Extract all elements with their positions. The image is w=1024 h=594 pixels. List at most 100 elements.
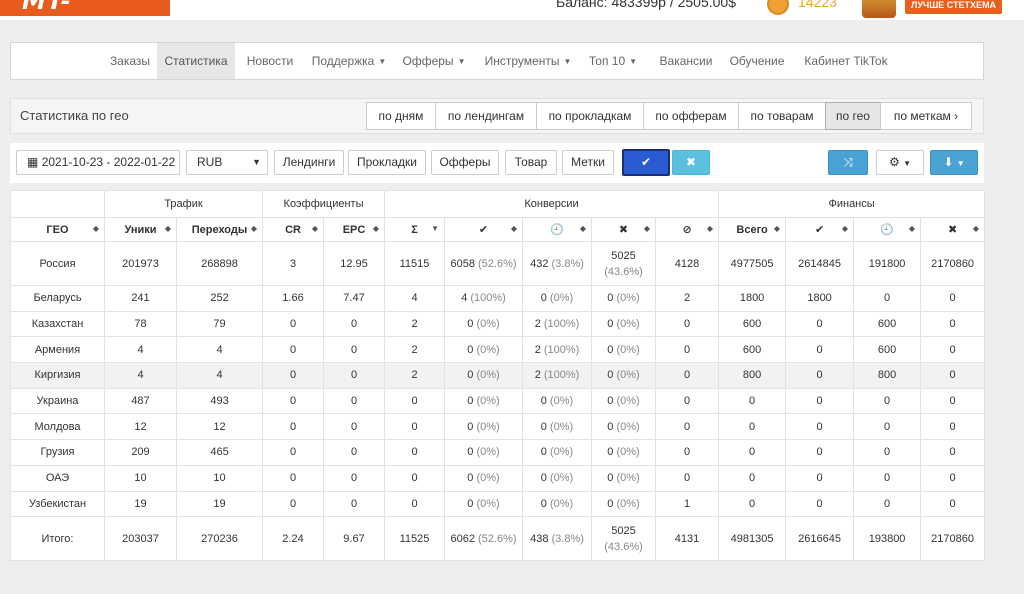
table-row: Украина 487 493 0 0 0 0 (0%) 0 (0%) 0 (0%) 0 0 0 0 0 — [10, 387, 986, 415]
nav-top10[interactable]: Топ 10 ▼ — [585, 43, 641, 79]
nav-tiktok-cabinet[interactable]: Кабинет TikTok — [799, 43, 893, 79]
col-cr[interactable]: CR ◆ — [262, 217, 325, 242]
cell-sum: 2 — [384, 362, 446, 389]
col-fin-approved[interactable]: ✔ ◆ — [785, 217, 855, 242]
cell-trash: 4131 — [655, 516, 720, 562]
col-conv-hold[interactable]: 🕘 ◆ — [522, 217, 593, 242]
cell-f_hold: 800 — [853, 362, 922, 389]
col-conv-approved[interactable]: ✔ ◆ — [444, 217, 524, 242]
cell-cr: 0 — [262, 413, 325, 441]
cell-total: 1800 — [718, 285, 787, 312]
col-conv-total[interactable]: Σ ▼ — [384, 217, 446, 242]
cell-f_rej: 0 — [920, 285, 986, 312]
col-fin-hold[interactable]: 🕘 ◆ — [853, 217, 922, 242]
apply-filter-button[interactable]: ✔ — [622, 149, 670, 176]
cell-epc: 9.67 — [323, 516, 386, 562]
col-conv-trash[interactable]: ⊘ ◆ — [655, 217, 720, 242]
cell-f_ok: 0 — [785, 490, 855, 518]
cell-sum: 11515 — [384, 241, 446, 286]
cell-hold: 2 (100%) — [522, 362, 593, 389]
cell-total: 600 — [718, 336, 787, 364]
table-row: Армения 4 4 0 0 2 0 (0%) 2 (100%) 0 (0%) 0 600 0 600… — [10, 336, 986, 364]
cell-rej: 0 (0%) — [591, 387, 657, 415]
sort-icon: ◆ — [164, 224, 171, 233]
cell-geo: Узбекистан — [10, 490, 105, 518]
table-row: Россия 201973 268898 3 12.95 11515 6058 (52.6%… — [10, 241, 986, 286]
nav-vacancies[interactable]: Вакансии — [653, 43, 719, 79]
sort-icon: ◆ — [706, 224, 714, 233]
tab-by-prelandings[interactable]: по прокладкам — [536, 102, 644, 130]
currency-select[interactable]: RUB ▼ — [186, 150, 268, 175]
tab-by-geo[interactable]: по гео — [825, 102, 881, 130]
col-geo[interactable]: ГЕО ◆ — [10, 217, 105, 242]
cell-f_rej: 2170860 — [920, 241, 986, 286]
cell-rej: 0 (0%) — [591, 336, 657, 364]
cell-uniq: 12 — [104, 413, 177, 441]
cell-total: 0 — [718, 490, 787, 518]
cell-uniq: 10 — [104, 464, 177, 492]
reset-filter-button[interactable]: ✖ — [672, 150, 710, 175]
cell-trash: 0 — [655, 336, 720, 364]
cell-f_hold: 193800 — [853, 516, 922, 562]
coin-icon — [767, 0, 789, 15]
cell-ok: 4 (100%) — [444, 285, 524, 312]
cell-ok: 6062 (52.6%) — [444, 516, 524, 562]
nav-offers[interactable]: Офферы ▼ — [397, 43, 471, 79]
cell-total: 0 — [718, 413, 787, 441]
product-filter-button[interactable]: Товар — [505, 150, 557, 175]
chevron-down-icon: ▼ — [956, 159, 965, 168]
tab-by-offers[interactable]: по офферам — [643, 102, 739, 130]
cell-cr: 0 — [262, 464, 325, 492]
col-fin-rejected[interactable]: ✖ ◆ — [920, 217, 986, 242]
site-logo[interactable]: MT-SHOP.RU — [0, 0, 170, 20]
sort-icon: ◆ — [643, 224, 651, 233]
nav-orders[interactable]: Заказы — [95, 43, 165, 79]
tab-by-tags[interactable]: по меткам › — [880, 102, 972, 130]
landings-filter-button[interactable]: Лендинги — [274, 150, 344, 175]
sigma-icon: Σ — [411, 223, 418, 236]
cell-sum: 0 — [384, 464, 446, 492]
cell-uniq: 4 — [104, 362, 177, 389]
cell-hold: 2 (100%) — [522, 336, 593, 364]
col-uniques[interactable]: Уники ◆ — [104, 217, 177, 242]
tab-by-days[interactable]: по дням — [366, 102, 436, 130]
cell-epc: 12.95 — [323, 241, 386, 286]
tab-by-landings[interactable]: по лендингам — [435, 102, 537, 130]
cell-cr: 0 — [262, 336, 325, 364]
cell-rej: 0 (0%) — [591, 413, 657, 441]
col-clicks[interactable]: Переходы ◆ — [175, 217, 264, 242]
date-range-picker[interactable]: ▦ 2021-10-23 - 2022-01-22 — [16, 150, 180, 175]
offers-filter-button[interactable]: Офферы — [431, 150, 499, 175]
nav-support[interactable]: Поддержка ▼ — [307, 43, 391, 79]
cell-f_rej: 0 — [920, 336, 986, 364]
settings-dropdown-button[interactable]: ⚙ ▼ — [876, 150, 924, 175]
cell-uniq: 203037 — [104, 516, 177, 562]
col-fin-total[interactable]: Всего ◆ — [718, 217, 787, 242]
prelandings-filter-button[interactable]: Прокладки — [348, 150, 426, 175]
table-row: Казахстан 78 79 0 0 2 0 (0%) 2 (100%) 0 (0%) 0 600… — [10, 310, 986, 338]
col-conv-rejected[interactable]: ✖ ◆ — [591, 217, 657, 242]
nav-news[interactable]: Новости — [237, 43, 303, 79]
cell-f_rej: 0 — [920, 362, 986, 389]
download-dropdown-button[interactable]: ⬇ ▼ — [930, 150, 978, 175]
cell-clicks: 10 — [175, 464, 264, 492]
shuffle-button[interactable]: ⤨ — [828, 150, 868, 175]
cell-f_hold: 0 — [853, 387, 922, 415]
nav-tools[interactable]: Инструменты ▼ — [481, 43, 575, 79]
cell-f_ok: 0 — [785, 464, 855, 492]
cell-cr: 0 — [262, 490, 325, 518]
cell-epc: 0 — [323, 336, 386, 364]
nav-training[interactable]: Обучение — [725, 43, 789, 79]
sort-icon: ◆ — [972, 224, 980, 233]
tags-filter-button[interactable]: Метки — [562, 150, 614, 175]
nav-statistics[interactable]: Статистика — [157, 43, 235, 79]
cell-clicks: 252 — [175, 285, 264, 312]
clock-icon: 🕘 — [880, 224, 894, 236]
col-epc[interactable]: EPC ◆ — [323, 217, 386, 242]
cell-rej: 5025 (43.6%) — [591, 241, 657, 286]
cell-f_rej: 2170860 — [920, 516, 986, 562]
cell-cr: 0 — [262, 362, 325, 389]
cell-trash: 0 — [655, 387, 720, 415]
cell-hold: 0 (0%) — [522, 413, 593, 441]
tab-by-products[interactable]: по товарам — [738, 102, 826, 130]
